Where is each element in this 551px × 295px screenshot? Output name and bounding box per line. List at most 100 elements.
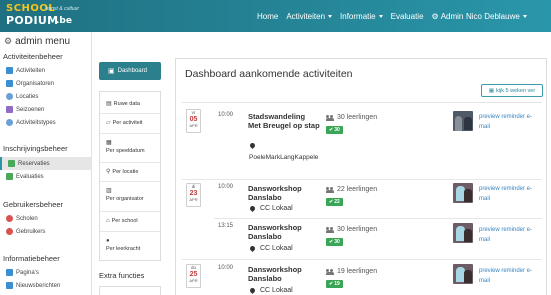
schoolpodium-logo[interactable]: SCHOOL kunst & cultuur PODIUM .be — [6, 3, 84, 30]
dashboard-button[interactable]: ▣ Dashboard — [99, 62, 161, 80]
chart-icon — [6, 173, 13, 180]
nav-activiteiten[interactable]: Activiteiten — [286, 12, 333, 21]
map-pin-icon — [6, 93, 13, 100]
newspaper-icon — [6, 282, 13, 289]
divider — [100, 113, 160, 114]
building-icon — [6, 80, 13, 87]
page-title: Dashboard aankomende activiteiten — [185, 68, 353, 80]
sidebar-item-nieuwsberichten[interactable]: Nieuwsberichten — [0, 279, 91, 292]
chevron-down-icon — [522, 14, 527, 18]
confirmed-badge: ✔ 30 — [326, 238, 343, 246]
sidebar-item-seizoenen[interactable]: Seizoenen — [0, 103, 91, 116]
school-icon: ⌂ — [106, 218, 110, 224]
menu-item-per-locatie[interactable]: ⚲ Per locatie — [100, 168, 160, 176]
check-icon: ✔ — [329, 127, 334, 133]
divider — [100, 162, 160, 163]
users-icon — [326, 268, 334, 275]
activity-title[interactable]: Dansworkshop Danslabo — [248, 223, 320, 241]
user-name: Nico Deblauwe — [466, 11, 520, 21]
logo-podium-text: PODIUM — [6, 14, 59, 27]
users-icon — [326, 114, 334, 121]
sidebar-item-paginas[interactable]: Pagina's — [0, 266, 91, 279]
students-count: 30 leerlingen — [326, 226, 377, 233]
map-pin-icon — [250, 246, 255, 252]
date-badge: di 23 APR — [186, 183, 201, 207]
preview-reminder-link[interactable]: preview reminder e-mail — [479, 225, 543, 245]
dashboard-icon: ▣ — [108, 68, 115, 75]
menu-item-per-leerkracht[interactable]: ● Per leerkracht — [100, 237, 160, 253]
activity-location: CC Lokaal — [250, 245, 293, 252]
date-badge: vr 05 APR — [186, 109, 201, 133]
check-icon: ✔ — [329, 281, 334, 287]
sidebar-item-evaluaties[interactable]: Evaluaties — [0, 170, 91, 183]
section-heading-activiteitenbeheer: Activiteitenbeheer — [3, 52, 63, 61]
divider — [182, 179, 542, 180]
activity-time: 10:00 — [218, 184, 234, 190]
confirmed-badge: ✔ 19 — [326, 280, 343, 288]
students-count: 19 leerlingen — [326, 268, 377, 275]
activity-thumbnail — [453, 183, 473, 203]
map-pin-icon: ⚲ — [106, 169, 111, 175]
logo-tagline: kunst & cultuur — [46, 6, 80, 12]
menu-item-per-organisator[interactable]: ▥ Per organisator — [100, 187, 160, 203]
menu-item-ruwe-data[interactable]: ▤ Ruwe data — [100, 100, 160, 108]
top-navbar: SCHOOL kunst & cultuur PODIUM .be Home A… — [0, 0, 551, 32]
check-icon: ✔ — [329, 199, 334, 205]
user-menu[interactable]: Nico Deblauwe — [466, 0, 527, 32]
users-icon — [326, 186, 334, 193]
sidebar-item-locaties[interactable]: Locaties — [0, 90, 91, 103]
divider — [100, 211, 160, 212]
nav-home[interactable]: Home — [257, 12, 278, 21]
activity-location — [250, 143, 260, 149]
sidebar-item-reservaties[interactable]: Reservaties — [0, 157, 91, 170]
menu-item-per-school[interactable]: ⌂ Per school — [100, 217, 160, 225]
activity-title[interactable]: Stadswandeling Met Breugel op stap — [248, 112, 320, 130]
menu-item-per-activiteit[interactable]: ▱ Per activiteit — [100, 119, 160, 127]
map-pin-icon — [250, 288, 255, 294]
sidebar-item-scholen[interactable]: Scholen — [0, 212, 91, 225]
map-pin-icon — [250, 143, 255, 149]
chevron-down-icon — [378, 14, 383, 18]
preview-reminder-link[interactable]: preview reminder e-mail — [479, 112, 543, 132]
logo-be-text: .be — [56, 16, 72, 26]
gear-icon: ⚙ — [4, 36, 13, 46]
sidebar-item-organisatoren[interactable]: Organisatoren — [0, 77, 91, 90]
calendar-icon: ▦ — [106, 140, 112, 146]
admin-sidebar: ⚙ admin menu Activiteitenbeheer Activite… — [0, 32, 92, 295]
menu-item-per-speeldatum[interactable]: ▦ Per speeldatum — [100, 139, 160, 155]
activity-time: 13:15 — [218, 223, 234, 229]
activity-title[interactable]: Dansworkshop Danslabo — [248, 265, 320, 283]
chevron-down-icon — [328, 14, 333, 18]
nav-admin[interactable]: ⚙ Admin — [432, 12, 464, 21]
preview-reminder-link[interactable]: preview reminder e-mail — [479, 266, 543, 286]
main-nav: Home Activiteiten Informatie Evaluatie ⚙… — [257, 0, 471, 32]
nav-evaluatie[interactable]: Evaluatie — [391, 12, 424, 21]
confirmed-badge: ✔ 30 — [326, 126, 343, 134]
activity-time: 10:00 — [218, 265, 234, 271]
dashboard-card: Dashboard aankomende activiteiten ▦ kijk… — [175, 58, 547, 295]
calendar-icon: ▦ — [488, 87, 495, 94]
sidebar-item-activiteiten[interactable]: Activiteiten — [0, 64, 91, 77]
activity-location: CC Lokaal — [250, 205, 293, 212]
report-menu: ▤ Ruwe data ▱ Per activiteit ▦ Per speeldat… — [99, 91, 161, 261]
look-5-weeks-button[interactable]: ▦ kijk 5 weken ver — [481, 84, 543, 97]
sidebar-item-activiteitstypes[interactable]: Activiteitstypes — [0, 116, 91, 129]
students-count: 30 leerlingen — [326, 114, 377, 121]
activity-time: 10:00 — [218, 112, 234, 118]
activity-title[interactable]: Dansworkshop Danslabo — [248, 184, 320, 202]
activity-location: CC Lokaal — [250, 287, 293, 294]
divider — [100, 133, 160, 134]
sidebar-title: ⚙ admin menu — [4, 36, 71, 47]
divider — [100, 181, 160, 182]
calendar-icon — [6, 106, 13, 113]
sidebar-item-gebruikers[interactable]: Gebruikers — [0, 225, 91, 238]
users-icon — [326, 226, 334, 233]
table-icon: ▤ — [106, 101, 112, 107]
students-count: 22 leerlingen — [326, 186, 377, 193]
user-icon: ● — [106, 238, 110, 244]
map-pin-icon — [250, 206, 255, 212]
preview-reminder-link[interactable]: preview reminder e-mail — [479, 184, 543, 204]
nav-informatie[interactable]: Informatie — [340, 12, 383, 21]
activity-location-name: PoeleMarkLangKappele — [249, 154, 319, 161]
checklist-icon — [8, 160, 15, 167]
